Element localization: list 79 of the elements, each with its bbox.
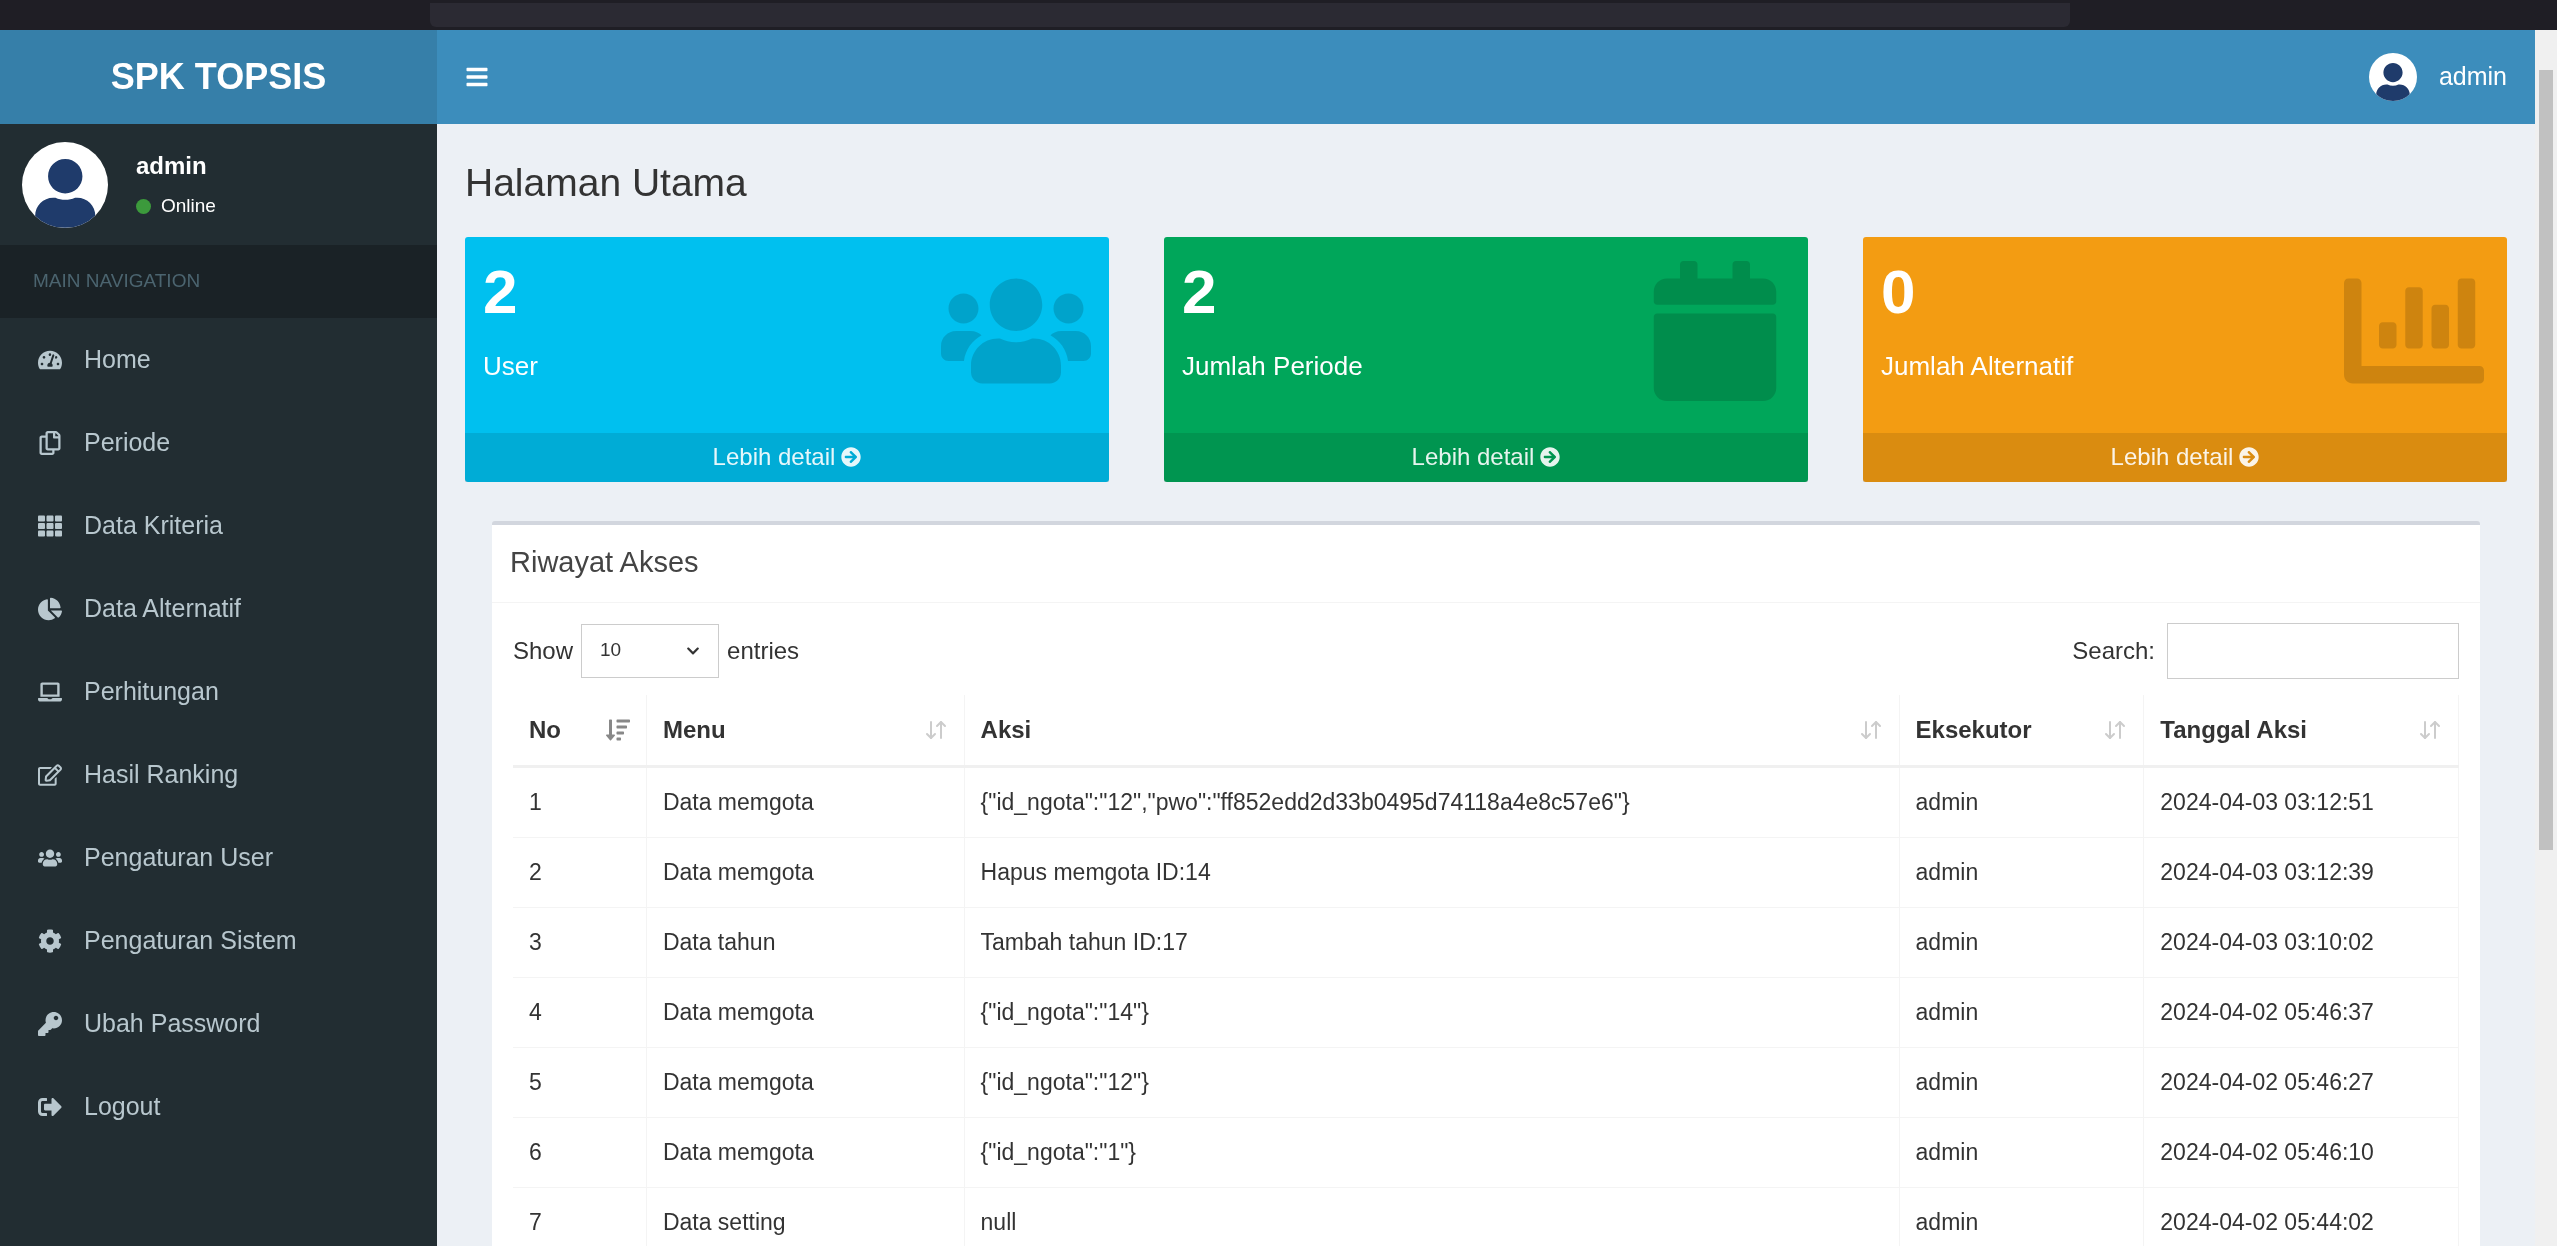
table-cell: 2024-04-02 05:44:02 bbox=[2144, 1187, 2459, 1246]
table-cell: 2024-04-03 03:12:51 bbox=[2144, 767, 2459, 837]
entries-label: entries bbox=[727, 635, 800, 666]
table-cell: {"id_ngota":"12"} bbox=[964, 1047, 1900, 1117]
nav-item[interactable]: Perhitungan bbox=[0, 650, 437, 733]
show-label: Show bbox=[513, 635, 574, 666]
stat-label: Jumlah Alternatif bbox=[1881, 349, 2074, 383]
column-header[interactable]: No bbox=[513, 694, 647, 765]
table-cell: admin bbox=[1899, 1117, 2145, 1187]
table-cell: 3 bbox=[513, 907, 647, 977]
table-cell: 2024-04-03 03:10:02 bbox=[2144, 907, 2459, 977]
table-cell: admin bbox=[1899, 767, 2145, 837]
nav-item[interactable]: Pengaturan Sistem bbox=[0, 899, 437, 982]
user-menu[interactable]: admin bbox=[2438, 58, 2507, 96]
table-cell: {"id_ngota":"1"} bbox=[964, 1117, 1900, 1187]
table-cell: 1 bbox=[513, 767, 647, 837]
key-icon bbox=[38, 1011, 62, 1036]
table-cell: 2024-04-03 03:12:39 bbox=[2144, 837, 2459, 907]
nav-item[interactable]: Home bbox=[0, 318, 437, 401]
table-cell: admin bbox=[1899, 1047, 2145, 1117]
nav-item[interactable]: Hasil Ranking bbox=[0, 733, 437, 816]
stat-value: 0 bbox=[1881, 260, 1917, 323]
table-cell: 6 bbox=[513, 1117, 647, 1187]
table-cell: Data setting bbox=[646, 1187, 965, 1246]
nav-item[interactable]: Logout bbox=[0, 1065, 437, 1148]
table-cell: 2024-04-02 05:46:10 bbox=[2144, 1117, 2459, 1187]
table-cell: Tambah tahun ID:17 bbox=[964, 907, 1900, 977]
column-header[interactable]: Menu bbox=[646, 694, 965, 765]
laptop-icon bbox=[38, 679, 62, 704]
table-cell: {"id_ngota":"14"} bbox=[964, 977, 1900, 1047]
search-field[interactable] bbox=[2167, 622, 2459, 679]
table-cell: admin bbox=[1899, 977, 2145, 1047]
edit-icon bbox=[38, 762, 62, 787]
nav-item[interactable]: Data Alternatif bbox=[0, 567, 437, 650]
table-cell: Data memgota bbox=[646, 767, 965, 837]
table-cell: Data memgota bbox=[646, 1117, 965, 1187]
user-name: admin bbox=[136, 151, 208, 182]
table-cell: Data memgota bbox=[646, 977, 965, 1047]
status-text: Online bbox=[161, 194, 216, 219]
table-cell: 2 bbox=[513, 837, 647, 907]
table-cell: 4 bbox=[513, 977, 647, 1047]
table-cell: 2024-04-02 05:46:37 bbox=[2144, 977, 2459, 1047]
column-header[interactable]: Aksi bbox=[964, 694, 1900, 765]
table-cell: 2024-04-02 05:46:27 bbox=[2144, 1047, 2459, 1117]
table-cell: Data tahun bbox=[646, 907, 965, 977]
table-cell: admin bbox=[1899, 1187, 2145, 1246]
stat-value: 2 bbox=[483, 260, 519, 323]
stat-label: User bbox=[483, 349, 538, 383]
nav-item[interactable]: Pengaturan User bbox=[0, 816, 437, 899]
search-label: Search: bbox=[2072, 635, 2155, 666]
table-cell: Hapus memgota ID:14 bbox=[964, 837, 1900, 907]
grid-icon bbox=[38, 513, 62, 538]
table-cell: admin bbox=[1899, 837, 2145, 907]
menu-toggle[interactable] bbox=[465, 65, 489, 89]
panel-title: Riwayat Akses bbox=[510, 545, 699, 581]
entries-select[interactable]: 10 bbox=[581, 623, 720, 678]
stat-value: 2 bbox=[1182, 260, 1218, 323]
scrollbar[interactable] bbox=[2535, 30, 2557, 1246]
nav-header-text: MAIN NAVIGATION bbox=[33, 269, 201, 294]
table-cell: Data memgota bbox=[646, 837, 965, 907]
avatar bbox=[2368, 53, 2417, 101]
table-cell: null bbox=[964, 1187, 1900, 1246]
column-header[interactable]: Eksekutor bbox=[1899, 694, 2145, 765]
table-cell: {"id_ngota":"12","pwo":"ff852edd2d33b0495d74118a4e8c57e6"} bbox=[964, 767, 1900, 837]
table-cell: 7 bbox=[513, 1187, 647, 1246]
nav-item[interactable]: Periode bbox=[0, 401, 437, 484]
table-cell: 5 bbox=[513, 1047, 647, 1117]
nav-item[interactable]: Ubah Password bbox=[0, 982, 437, 1065]
table-cell: admin bbox=[1899, 907, 2145, 977]
table-cell: Data memgota bbox=[646, 1047, 965, 1117]
column-header[interactable]: Tanggal Aksi bbox=[2144, 694, 2459, 765]
brand-logo[interactable]: SPK TOPSIS bbox=[110, 50, 327, 104]
copy-icon bbox=[38, 430, 62, 455]
settings-icon bbox=[38, 928, 62, 953]
pie-chart-icon bbox=[38, 596, 62, 621]
nav-item[interactable]: Data Kriteria bbox=[0, 484, 437, 567]
stat-label: Jumlah Periode bbox=[1182, 349, 1363, 383]
page-title: Halaman Utama bbox=[465, 160, 748, 206]
scrollbar-thumb[interactable] bbox=[2539, 70, 2553, 850]
